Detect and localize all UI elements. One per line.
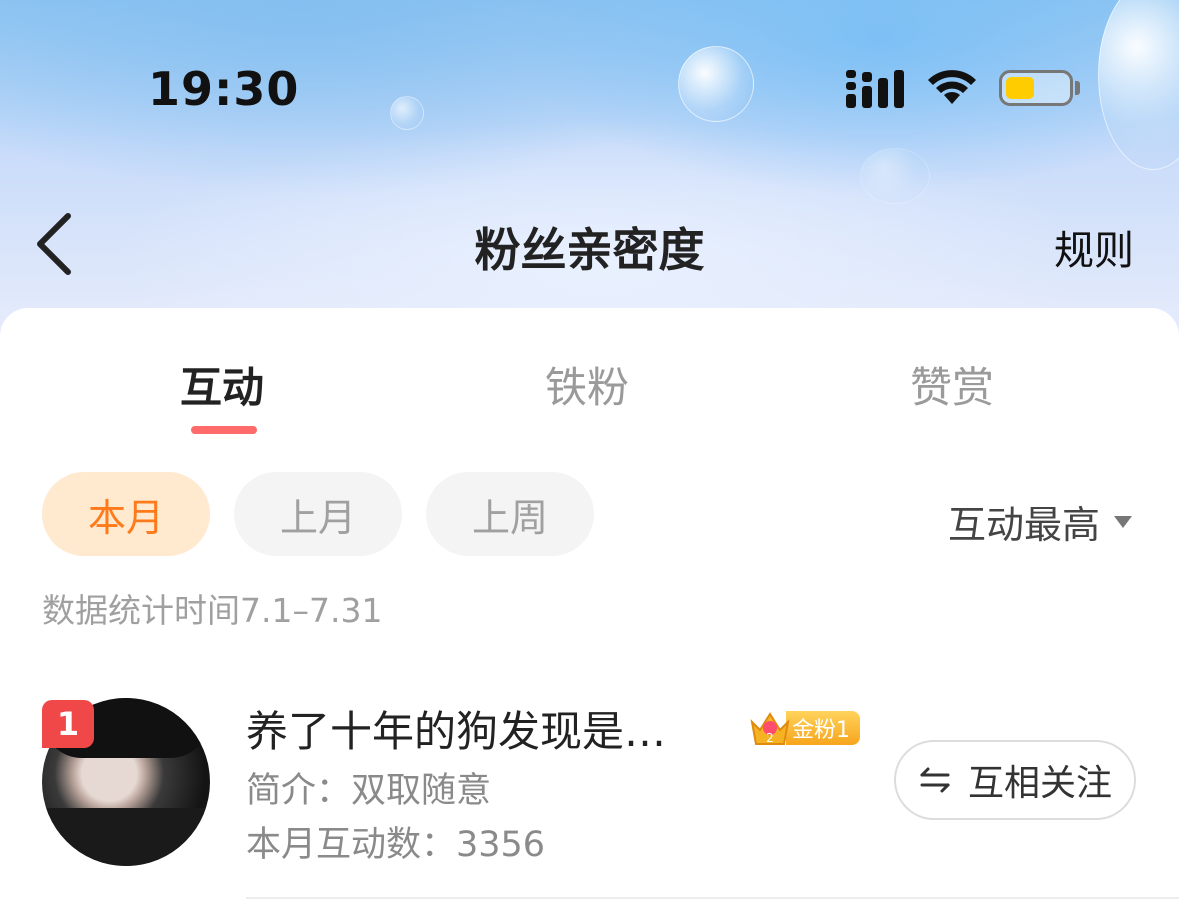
header-background	[0, 0, 1179, 340]
battery-cap	[1075, 81, 1080, 95]
row-divider	[246, 897, 1179, 899]
mutual-follow-button[interactable]: 互相关注	[894, 740, 1136, 820]
fan-name[interactable]: 养了十年的狗发现是…	[246, 698, 666, 759]
swap-arrows-icon	[920, 767, 950, 793]
status-time: 19:30	[148, 62, 300, 116]
fan-level-badge: 2 金粉1	[748, 708, 860, 748]
bubble-decoration	[1098, 0, 1179, 170]
stat-range-text: 数据统计时间7.1–7.31	[42, 591, 383, 630]
caret-down-icon	[1114, 515, 1133, 528]
bubble-decoration	[860, 148, 930, 204]
page-title: 粉丝亲密度	[474, 223, 705, 277]
tab-active-indicator	[191, 426, 257, 434]
bubble-decoration	[678, 46, 754, 122]
crown-gem-icon: 2	[750, 712, 790, 745]
fan-interaction-count: 本月互动数：3356	[246, 825, 546, 865]
rules-link[interactable]: 规则	[1054, 218, 1134, 276]
wifi-icon	[928, 70, 976, 104]
signal-icon	[846, 70, 904, 108]
sort-dropdown[interactable]: 互动最高	[948, 494, 1133, 549]
battery-icon	[999, 70, 1073, 106]
bubble-decoration	[390, 96, 424, 130]
sort-label: 互动最高	[948, 503, 1101, 547]
fan-bio: 简介：双取随意	[246, 771, 492, 811]
svg-text:2: 2	[766, 731, 774, 745]
mutual-follow-label: 互相关注	[967, 763, 1112, 804]
tab-tips[interactable]: 赞赏	[910, 354, 994, 415]
tab-interaction[interactable]: 互动	[180, 354, 264, 415]
avatar-body-shape	[42, 808, 210, 866]
rank-badge: 1	[42, 700, 94, 748]
battery-level	[1006, 77, 1034, 99]
filter-last-week[interactable]: 上周	[426, 472, 594, 556]
fan-level-label: 金粉1	[786, 711, 860, 745]
filter-last-month[interactable]: 上月	[234, 472, 402, 556]
tab-iron-fans[interactable]: 铁粉	[545, 354, 629, 415]
filter-this-month[interactable]: 本月	[42, 472, 210, 556]
